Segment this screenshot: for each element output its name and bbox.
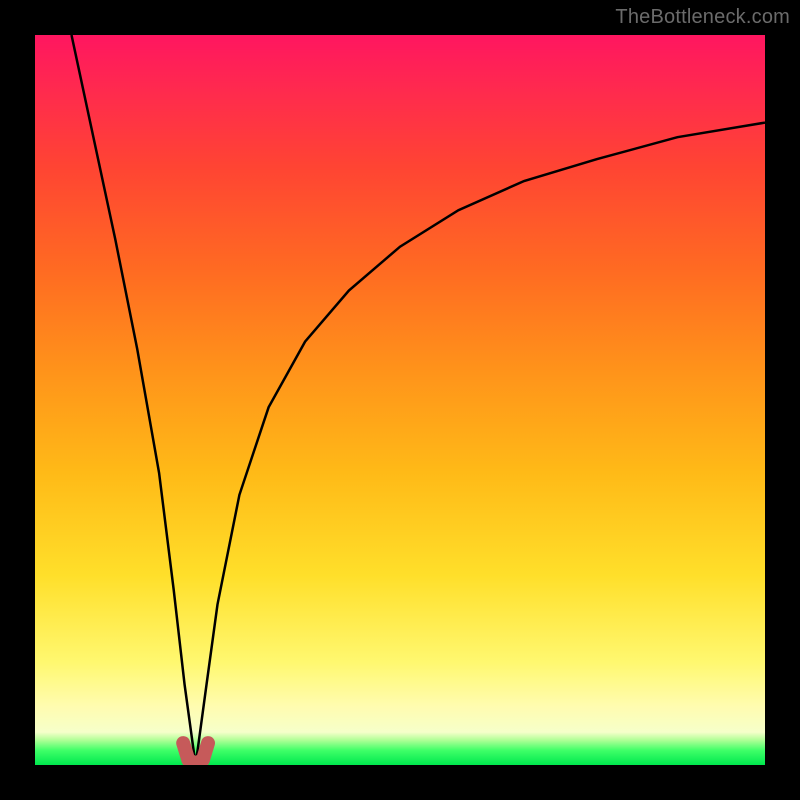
chart-svg [35, 35, 765, 765]
chart-plot-area [35, 35, 765, 765]
watermark-text: TheBottleneck.com [615, 6, 790, 29]
bottleneck-curve [72, 35, 766, 765]
chart-frame: TheBottleneck.com [0, 0, 800, 800]
minimum-marker [183, 743, 208, 763]
